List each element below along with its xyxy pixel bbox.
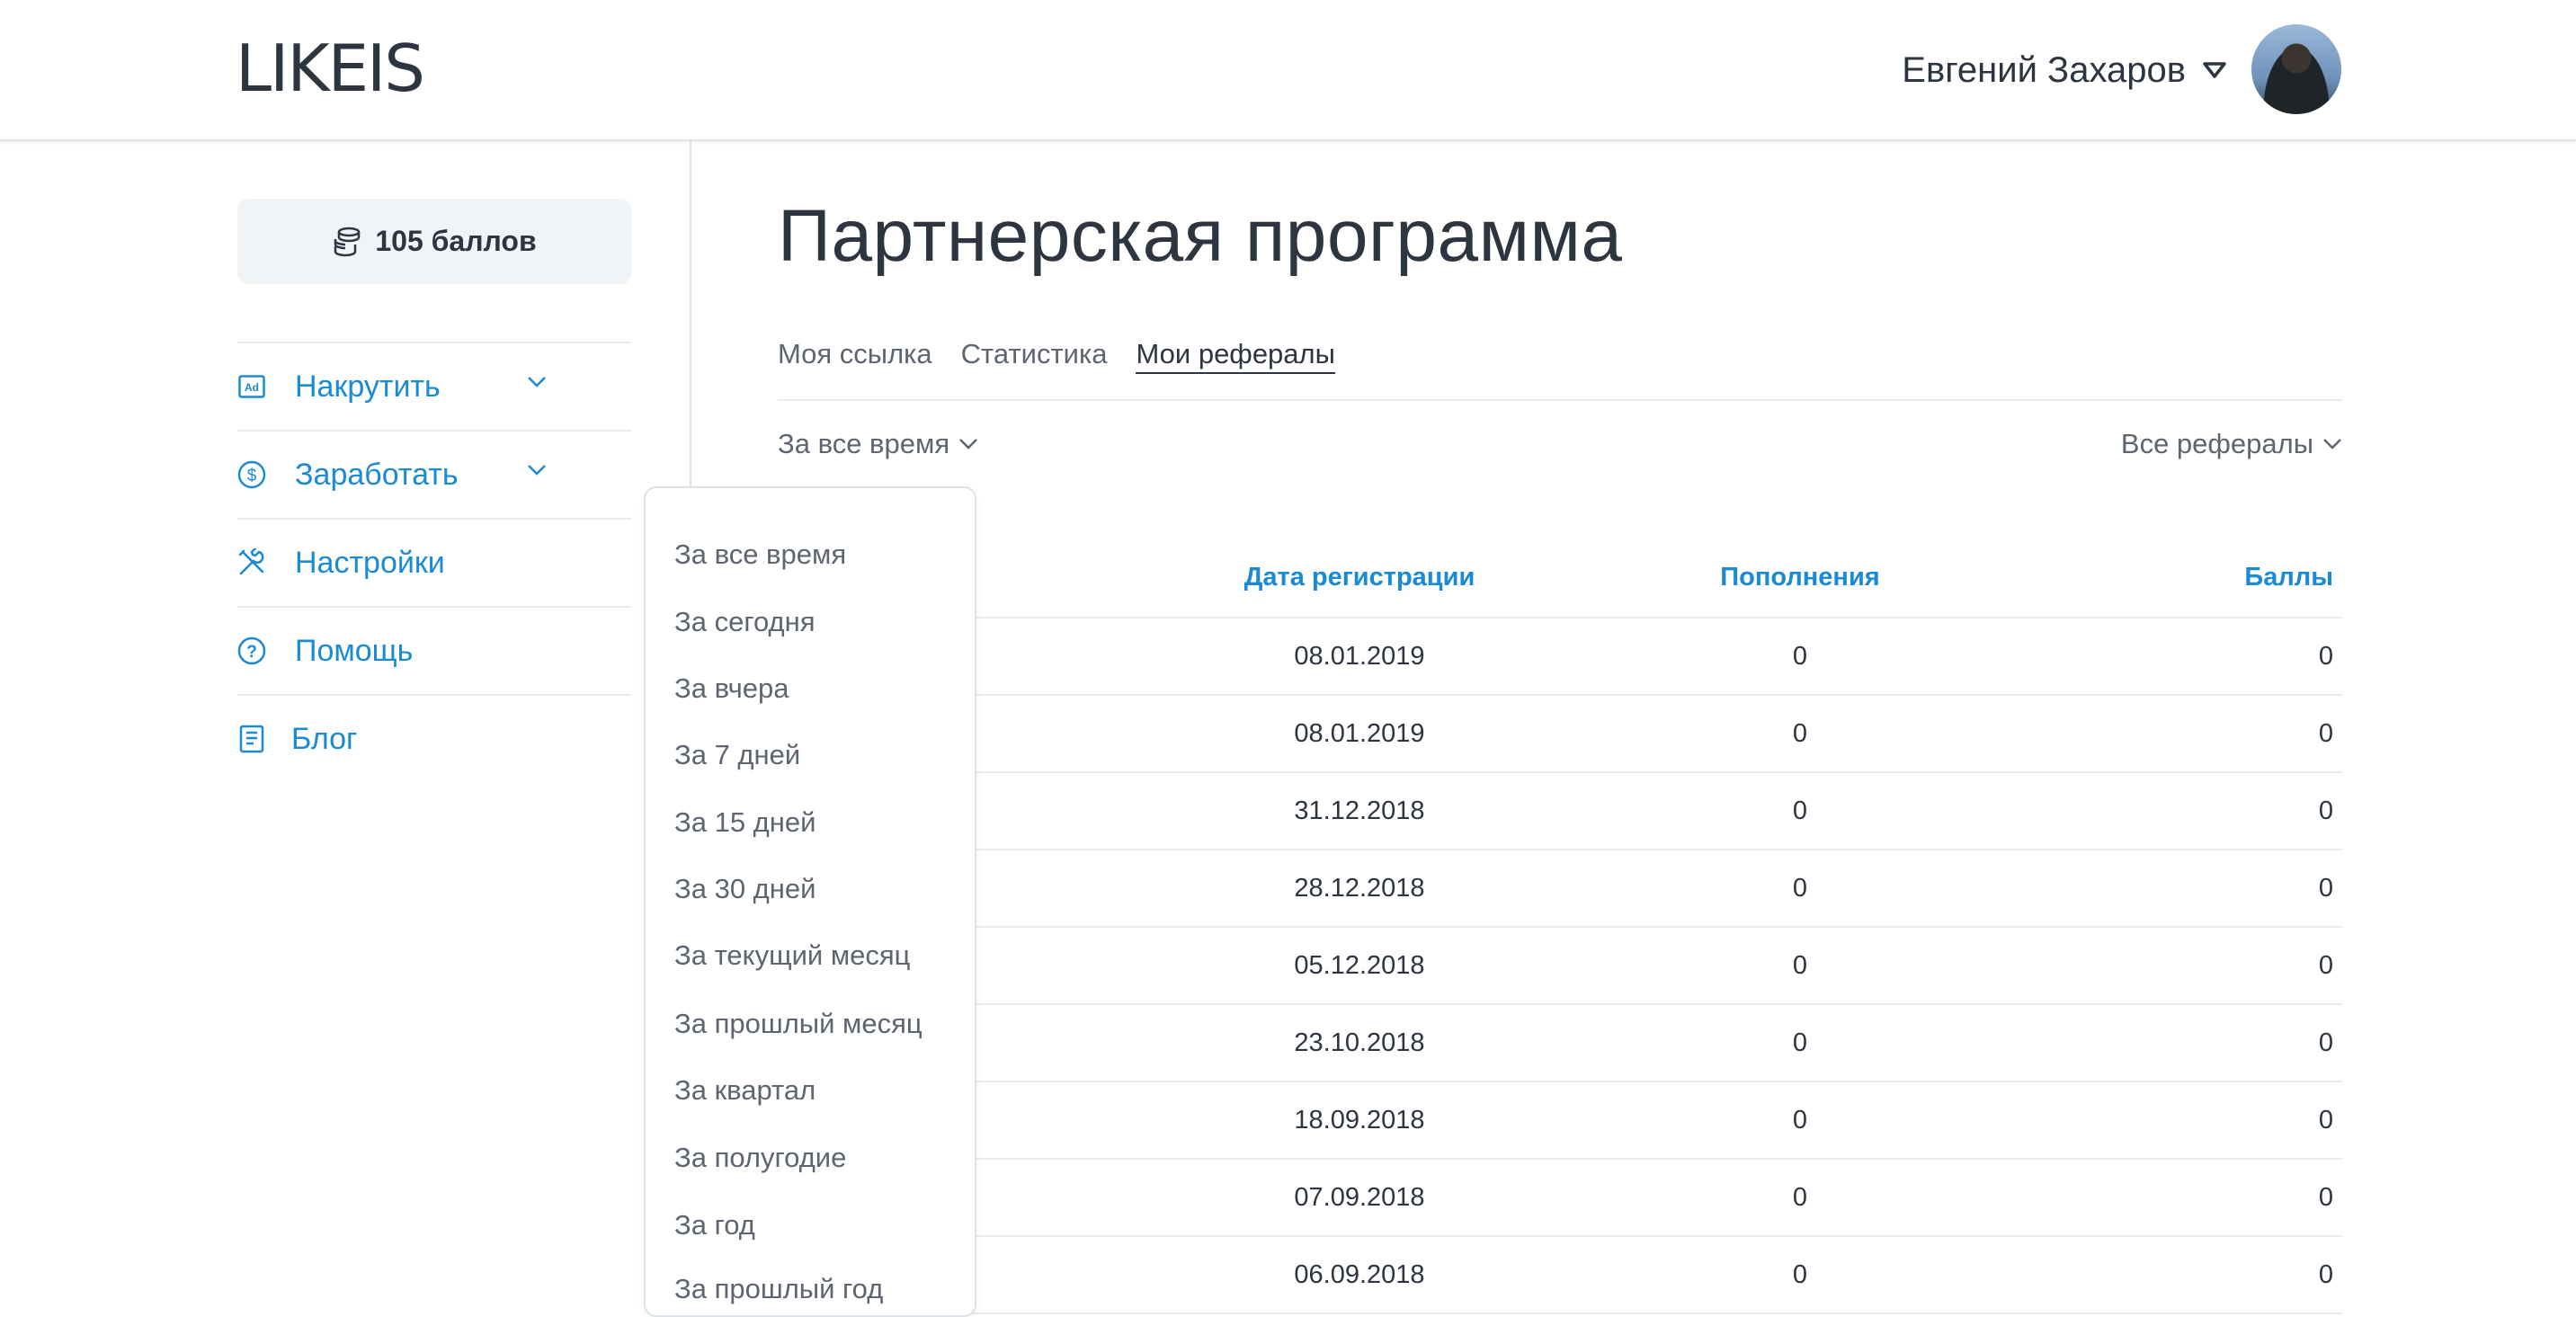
- cell-date: 18.09.2018: [1294, 1106, 1425, 1135]
- cell-points: 0: [2318, 1106, 2333, 1135]
- svg-text:Ad: Ad: [245, 381, 259, 394]
- period-dropdown-menu: За все время За сегодня За вчера За 7 дней З…: [644, 486, 976, 1317]
- question-icon: ?: [237, 636, 266, 665]
- table-body: 08.01.2019 0 0 08.01.2019 0 0 31.12.2018 0 0 28.1…: [778, 618, 2342, 1314]
- sidebar-item-label: Накрутить: [295, 369, 441, 404]
- cell-date: 06.09.2018: [1294, 1260, 1425, 1289]
- points-balance[interactable]: 105 баллов: [237, 199, 631, 284]
- chevron-down-icon: [959, 439, 977, 449]
- cell-deposits: 0: [1792, 1183, 1808, 1212]
- dropdown-option[interactable]: За сегодня: [674, 606, 816, 638]
- table-row: 08.01.2019 0 0: [778, 696, 2342, 773]
- sidebar-item-label: Помощь: [295, 633, 414, 668]
- cell-deposits: 0: [1792, 1260, 1808, 1289]
- dropdown-option[interactable]: За квартал: [674, 1074, 816, 1107]
- coins-icon: [334, 227, 361, 256]
- sidebar-item-label: Настройки: [295, 545, 445, 580]
- svg-text:$: $: [247, 467, 257, 485]
- tab-my-link[interactable]: Моя ссылка: [778, 338, 932, 374]
- dropdown-option[interactable]: За текущий месяц: [674, 939, 910, 972]
- cell-date: 31.12.2018: [1294, 796, 1425, 825]
- cell-deposits: 0: [1792, 1028, 1808, 1057]
- table-row: 31.12.2018 0 0: [778, 773, 2342, 850]
- period-filter[interactable]: За все время: [778, 428, 978, 460]
- dropdown-option[interactable]: За 15 дней: [674, 806, 816, 839]
- divider: [778, 399, 2342, 401]
- cell-deposits: 0: [1792, 1106, 1808, 1135]
- dropdown-option[interactable]: За полугодие: [674, 1142, 846, 1174]
- cell-date: 05.12.2018: [1294, 951, 1425, 980]
- caret-down-icon[interactable]: [2202, 60, 2227, 80]
- sidebar-item-boost[interactable]: Ad Накрутить: [237, 342, 631, 430]
- column-header-date[interactable]: Дата регистрации: [1166, 563, 1553, 592]
- cell-date: 07.09.2018: [1294, 1183, 1425, 1212]
- cell-deposits: 0: [1792, 796, 1808, 825]
- referrals-table: Дата регистрации Пополнения Баллы 08.01.…: [778, 557, 2342, 1314]
- sidebar-item-earn[interactable]: $ Заработать: [237, 430, 631, 518]
- cell-deposits: 0: [1792, 951, 1808, 980]
- period-filter-label: За все время: [778, 428, 950, 459]
- referrals-filter-label: Все рефералы: [2120, 428, 2313, 459]
- tab-statistics[interactable]: Статистика: [961, 338, 1108, 374]
- cell-date: 23.10.2018: [1294, 1028, 1425, 1057]
- logo[interactable]: LIKEIS: [236, 27, 425, 110]
- table-header: Дата регистрации Пополнения Баллы: [778, 557, 2342, 618]
- ad-icon: Ad: [237, 372, 266, 401]
- svg-text:?: ?: [246, 643, 257, 662]
- sidebar-item-label: Блог: [291, 721, 358, 756]
- table-row: 08.01.2019 0 0: [778, 618, 2342, 696]
- cell-date: 28.12.2018: [1294, 874, 1425, 903]
- book-icon: [237, 725, 266, 753]
- cell-points: 0: [2318, 1028, 2333, 1057]
- table-row: 06.09.2018 0 0: [778, 1237, 2342, 1314]
- tab-my-referrals[interactable]: Мои рефералы: [1136, 338, 1335, 374]
- cell-points: 0: [2318, 951, 2333, 980]
- page-title: Партнерская программа: [778, 195, 1623, 277]
- cell-deposits: 0: [1792, 874, 1808, 903]
- sidebar-item-settings[interactable]: Настройки: [237, 518, 631, 606]
- user-menu[interactable]: Евгений Захаров: [1902, 43, 2227, 97]
- column-header-deposits[interactable]: Пополнения: [1679, 563, 1921, 592]
- top-header: LIKEIS Евгений Захаров: [0, 0, 2576, 141]
- sidebar-nav: Ad Накрутить $ Заработать Настройки ? По…: [237, 342, 631, 782]
- dropdown-option[interactable]: За прошлый год: [674, 1273, 883, 1305]
- tools-icon: [237, 548, 266, 577]
- dropdown-option[interactable]: За 30 дней: [674, 873, 816, 905]
- dropdown-option[interactable]: За 7 дней: [674, 739, 800, 771]
- table-row: 18.09.2018 0 0: [778, 1082, 2342, 1160]
- dropdown-option[interactable]: За прошлый месяц: [674, 1008, 923, 1040]
- cell-date: 08.01.2019: [1294, 719, 1425, 748]
- avatar[interactable]: [2251, 24, 2341, 114]
- dollar-icon: $: [237, 460, 266, 489]
- table-row: 07.09.2018 0 0: [778, 1160, 2342, 1237]
- points-label: 105 баллов: [375, 225, 537, 257]
- tabs: Моя ссылка Статистика Мои рефералы: [778, 338, 1364, 374]
- sidebar-item-blog[interactable]: Блог: [237, 694, 631, 782]
- chevron-down-icon[interactable]: [527, 376, 547, 388]
- chevron-down-icon[interactable]: [527, 464, 547, 476]
- sidebar-item-label: Заработать: [295, 457, 459, 492]
- table-row: 23.10.2018 0 0: [778, 1005, 2342, 1082]
- table-row: 05.12.2018 0 0: [778, 928, 2342, 1005]
- dropdown-option[interactable]: За все время: [674, 538, 846, 571]
- cell-points: 0: [2318, 796, 2333, 825]
- cell-date: 08.01.2019: [1294, 642, 1425, 671]
- cell-points: 0: [2318, 1260, 2333, 1289]
- cell-points: 0: [2318, 719, 2333, 748]
- cell-points: 0: [2318, 874, 2333, 903]
- chevron-down-icon: [2323, 439, 2341, 449]
- dropdown-option[interactable]: За год: [674, 1209, 755, 1241]
- cell-points: 0: [2318, 642, 2333, 671]
- dropdown-option[interactable]: За вчера: [674, 672, 789, 705]
- user-name[interactable]: Евгений Захаров: [1902, 50, 2186, 91]
- referrals-filter[interactable]: Все рефералы: [2121, 428, 2342, 460]
- table-row: 28.12.2018 0 0: [778, 850, 2342, 928]
- column-header-points[interactable]: Баллы: [2244, 563, 2333, 592]
- cell-deposits: 0: [1792, 719, 1808, 748]
- cell-deposits: 0: [1792, 642, 1808, 671]
- cell-points: 0: [2318, 1183, 2333, 1212]
- sidebar-item-help[interactable]: ? Помощь: [237, 606, 631, 694]
